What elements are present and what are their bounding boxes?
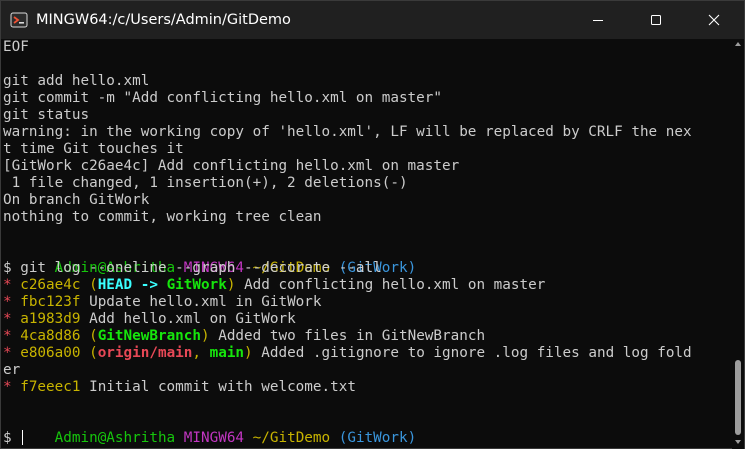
ref-open: (: [89, 277, 98, 293]
commit-message: Added .gitignore to ignore .log files an…: [261, 345, 692, 361]
text-cursor: [22, 430, 24, 445]
graph-star: *: [3, 345, 12, 361]
scroll-down-arrow-icon[interactable]: [735, 440, 741, 444]
log-entry: * c26ae4c (HEAD -> GitWork) Add conflict…: [3, 277, 545, 294]
commit-message: Update hello.xml in GitWork: [89, 294, 322, 310]
branch-ref: main: [209, 345, 245, 361]
output-line: nothing to commit, working tree clean: [3, 209, 322, 225]
branch-ref: GitWork: [166, 277, 227, 293]
output-line: On branch GitWork: [3, 192, 150, 208]
remote-branch-ref: origin/main: [97, 345, 193, 361]
command-text: git log --oneline --graph --decorate --a…: [20, 260, 382, 276]
prompt-user: Admin@Ashritha: [54, 430, 176, 446]
branch-ref: GitNewBranch: [97, 328, 201, 344]
graph-star: *: [3, 311, 12, 327]
output-line: 1 file changed, 1 insertion(+), 2 deleti…: [3, 175, 408, 191]
ref-close: ): [244, 345, 253, 361]
graph-star: *: [3, 328, 12, 344]
maximize-button[interactable]: [633, 1, 679, 39]
commit-message: Add hello.xml on GitWork: [89, 311, 296, 327]
terminal-output[interactable]: EOF git add hello.xml git commit -m "Add…: [3, 39, 730, 449]
prompt-line: Admin@Ashritha MINGW64 ~/GitDemo (GitWor…: [3, 243, 417, 276]
scroll-up-arrow-icon[interactable]: [735, 42, 741, 46]
title-bar[interactable]: MINGW64:/c/Users/Admin/GitDemo: [1, 1, 744, 39]
input-line[interactable]: $: [3, 430, 24, 447]
prompt-symbol: $: [3, 260, 21, 276]
graph-star: *: [3, 294, 12, 310]
output-line: [GitWork c26ae4c] Add conflicting hello.…: [3, 158, 460, 174]
ref-close: ): [226, 277, 236, 293]
warning-line: warning: in the working copy of 'hello.x…: [3, 124, 692, 140]
warning-line-wrap: t time Git touches it: [3, 141, 184, 157]
log-entry-wrap: er: [3, 362, 21, 378]
head-ref: HEAD ->: [97, 277, 167, 293]
prompt-branch: (GitWork): [338, 430, 417, 446]
prompt-path: ~/GitDemo: [252, 430, 331, 446]
log-entry: * e806a00 (origin/main, main) Added .git…: [3, 345, 692, 362]
graph-star: *: [3, 379, 12, 395]
prompt-line: Admin@Ashritha MINGW64 ~/GitDemo (GitWor…: [3, 413, 417, 446]
prompt-symbol: $: [3, 430, 12, 446]
ref-close: ): [201, 328, 210, 344]
log-entry: * f7eeec1 Initial commit with welcome.tx…: [3, 379, 356, 396]
terminal-window: MINGW64:/c/Users/Admin/GitDemo EOF git a…: [0, 0, 745, 449]
commit-hash: f7eeec1: [20, 379, 81, 395]
maximize-icon: [651, 15, 661, 25]
commit-hash: e806a00: [20, 345, 81, 361]
git-bash-icon: [10, 11, 28, 29]
vertical-scrollbar[interactable]: [732, 39, 744, 449]
minimize-button[interactable]: [575, 1, 621, 39]
ref-open: (: [89, 328, 98, 344]
graph-star: *: [3, 277, 12, 293]
commit-message: Added two files in GitNewBranch: [218, 328, 486, 344]
commit-message: Initial commit with welcome.txt: [89, 379, 356, 395]
commit-hash: a1983d9: [20, 311, 81, 327]
close-icon: [708, 14, 720, 26]
ref-open: (: [89, 345, 98, 361]
commit-hash: 4ca8d86: [20, 328, 81, 344]
commit-hash: c26ae4c: [20, 277, 81, 293]
output-line: git add hello.xml: [3, 73, 150, 89]
scrollbar-thumb[interactable]: [735, 360, 741, 435]
ref-separator: ,: [192, 345, 210, 361]
command-line: $ git log --oneline --graph --decorate -…: [3, 260, 382, 277]
commit-message: Add conflicting hello.xml on master: [244, 277, 546, 293]
log-entry: * 4ca8d86 (GitNewBranch) Added two files…: [3, 328, 485, 345]
output-line: EOF: [3, 39, 29, 55]
prompt-system: MINGW64: [183, 430, 245, 446]
window-title: MINGW64:/c/Users/Admin/GitDemo: [36, 12, 291, 28]
close-button[interactable]: [691, 1, 737, 39]
output-line: git status: [3, 107, 90, 123]
output-line: git commit -m "Add conflicting hello.xml…: [3, 90, 442, 106]
commit-hash: fbc123f: [20, 294, 81, 310]
log-entry: * a1983d9 Add hello.xml on GitWork: [3, 311, 296, 328]
log-entry: * fbc123f Update hello.xml in GitWork: [3, 294, 322, 311]
minimize-icon: [593, 20, 603, 21]
